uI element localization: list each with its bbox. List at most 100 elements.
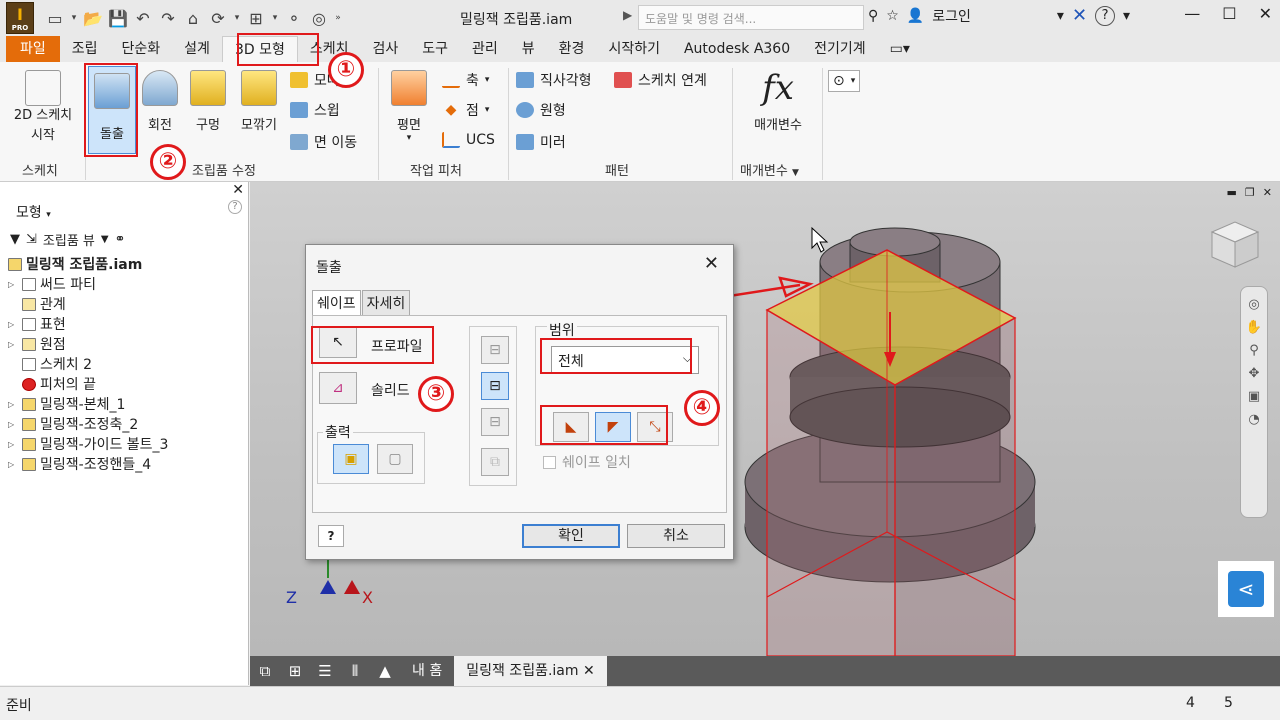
play-icon[interactable]: ▶: [623, 8, 632, 22]
tab-manage[interactable]: 관리: [460, 36, 510, 62]
filter-icon[interactable]: ▼: [10, 232, 20, 247]
tab-more[interactable]: 자세히: [361, 290, 411, 316]
expand-icon[interactable]: ▷: [8, 420, 18, 429]
appearance-icon[interactable]: ◎: [308, 7, 330, 29]
sketch-driven-pattern-button[interactable]: 스케치 연계: [614, 70, 707, 90]
assembly-view-label[interactable]: 조립품 뷰: [43, 230, 95, 249]
output-surface-button[interactable]: ▢: [377, 444, 413, 474]
tree-item-part1[interactable]: ▷ 밀링잭-본체_1: [8, 394, 168, 414]
new-icon[interactable]: ▭: [44, 7, 66, 29]
mirror-button[interactable]: 미러: [516, 132, 566, 152]
axis-button[interactable]: 축 ▾: [442, 70, 489, 90]
close-icon[interactable]: ✕: [704, 253, 719, 274]
tab-electromechanical[interactable]: 전기기계: [802, 36, 878, 62]
tab-a360[interactable]: Autodesk A360: [672, 36, 802, 62]
group-label-param[interactable]: 매개변수 ▼: [740, 160, 799, 179]
cancel-button[interactable]: 취소: [627, 524, 725, 548]
expand-icon[interactable]: ▷: [8, 400, 18, 409]
pan-icon[interactable]: ✋: [1246, 320, 1262, 335]
browser-title[interactable]: 모형 ▾: [16, 202, 51, 222]
tree-item-part2[interactable]: ▷ 밀링잭-조정축_2: [8, 414, 168, 434]
ucs-button[interactable]: UCS: [442, 132, 495, 148]
tab-inspect[interactable]: 검사: [360, 36, 410, 62]
close-icon[interactable]: ✕: [583, 663, 595, 679]
update-icon[interactable]: ⟳: [207, 7, 229, 29]
tab-environments[interactable]: 환경: [547, 36, 597, 62]
start-2d-sketch-button[interactable]: 2D 스케치 시작: [6, 70, 80, 146]
tree-item-part4[interactable]: ▷ 밀링잭-조정핸들_4: [8, 454, 168, 474]
match-shape-checkbox[interactable]: 쉐이프 일치: [543, 452, 631, 472]
expand-icon[interactable]: ▷: [8, 440, 18, 449]
exchange-icon[interactable]: ✕: [1072, 5, 1087, 26]
point-button[interactable]: ◆ 점 ▾: [442, 100, 490, 120]
orbit-icon[interactable]: ✥: [1249, 366, 1260, 381]
expand-icon[interactable]: ▷: [8, 320, 18, 329]
parameters-button[interactable]: fx 매개변수: [740, 68, 816, 133]
binoculars-icon[interactable]: ⚲: [868, 8, 878, 24]
binoculars-icon[interactable]: ⚭: [115, 232, 126, 247]
select-icon[interactable]: ⊞: [245, 7, 267, 29]
login-label[interactable]: 로그인: [932, 6, 971, 26]
fillet-button[interactable]: 모깎기: [234, 70, 284, 133]
share-button[interactable]: ⋖: [1218, 561, 1274, 617]
rectangular-pattern-button[interactable]: 직사각형: [516, 70, 592, 90]
plane-button[interactable]: 평면 ▾: [386, 70, 432, 143]
assembly-view-icon[interactable]: ⇲: [26, 232, 37, 247]
chevron-down-icon[interactable]: ▾: [270, 7, 280, 29]
minimize-icon[interactable]: —: [1184, 4, 1200, 23]
expand-icon[interactable]: ▷: [8, 280, 18, 289]
zoom-icon[interactable]: ⚲: [1249, 343, 1259, 358]
search-input[interactable]: 도움말 및 명령 검색...: [638, 5, 864, 30]
more-options-button[interactable]: ⊙ ▾: [828, 70, 861, 92]
tree-item-third-party[interactable]: ▷ 써드 파티: [8, 274, 168, 294]
intersect-button[interactable]: ⊟: [481, 408, 509, 436]
redo-icon[interactable]: ↷: [157, 7, 179, 29]
tree-item-sketch2[interactable]: 스케치 2: [8, 354, 168, 374]
cut-button[interactable]: ⊟: [481, 372, 509, 400]
close-icon[interactable]: ✕: [1263, 186, 1272, 199]
tab-simplify[interactable]: 단순화: [110, 36, 173, 62]
chevron-down-icon[interactable]: ▾: [1123, 8, 1130, 24]
tab-design[interactable]: 설계: [172, 36, 222, 62]
cascade-icon[interactable]: ⧉: [250, 662, 280, 680]
tree-item-assembly[interactable]: 밀링잭 조립품.iam: [8, 254, 168, 274]
chevron-down-icon[interactable]: ▾: [232, 7, 242, 29]
close-icon[interactable]: ✕: [232, 182, 244, 198]
tile-horizontal-icon[interactable]: ☰: [310, 662, 340, 680]
chevron-down-icon[interactable]: ▾: [69, 7, 79, 29]
revolve-button[interactable]: 회전: [138, 70, 182, 133]
close-icon[interactable]: ✕: [1259, 4, 1272, 23]
maximize-icon[interactable]: ☐: [1222, 4, 1236, 23]
move-face-button[interactable]: 면 이동: [290, 132, 357, 152]
user-icon[interactable]: 👤: [907, 8, 924, 24]
tree-item-part3[interactable]: ▷ 밀링잭-가이드 볼트_3: [8, 434, 168, 454]
expand-icon[interactable]: ▷: [8, 340, 18, 349]
help-icon[interactable]: ?: [1095, 5, 1116, 26]
circular-pattern-button[interactable]: 원형: [516, 100, 566, 120]
tab-my-home[interactable]: 내 홈: [400, 656, 454, 686]
tree-item-relationships[interactable]: 관계: [8, 294, 168, 314]
tile-vertical-icon[interactable]: ⫴: [340, 662, 370, 680]
output-solid-button[interactable]: ▣: [333, 444, 369, 474]
look-at-icon[interactable]: ▣: [1248, 389, 1260, 404]
inventor-logo[interactable]: I PRO: [6, 2, 34, 34]
expand-icon[interactable]: ▷: [8, 460, 18, 469]
solids-button[interactable]: ⊿: [319, 372, 357, 404]
restore-icon[interactable]: ❐: [1245, 186, 1255, 199]
free-orbit-icon[interactable]: ◔: [1248, 412, 1259, 427]
help-button[interactable]: ?: [318, 525, 344, 547]
ok-button[interactable]: 확인: [522, 524, 620, 548]
tab-document[interactable]: 밀링잭 조립품.iam ✕: [454, 656, 607, 686]
tile-icon[interactable]: ⊞: [280, 662, 310, 680]
sweep-button[interactable]: 스윕: [290, 100, 340, 120]
save-icon[interactable]: 💾: [107, 7, 129, 29]
hole-button[interactable]: 구멍: [186, 70, 230, 133]
undo-icon[interactable]: ↶: [132, 7, 154, 29]
star-icon[interactable]: ☆: [886, 8, 899, 24]
tree-item-end-of-features[interactable]: 피처의 끝: [8, 374, 168, 394]
new-solid-button[interactable]: ⧉: [481, 448, 509, 476]
material-icon[interactable]: ⚬: [283, 7, 305, 29]
steering-wheel-icon[interactable]: ◎: [1248, 297, 1259, 312]
tree-item-representations[interactable]: ▷ 표현: [8, 314, 168, 334]
arrange-up-icon[interactable]: ▲: [370, 662, 400, 680]
